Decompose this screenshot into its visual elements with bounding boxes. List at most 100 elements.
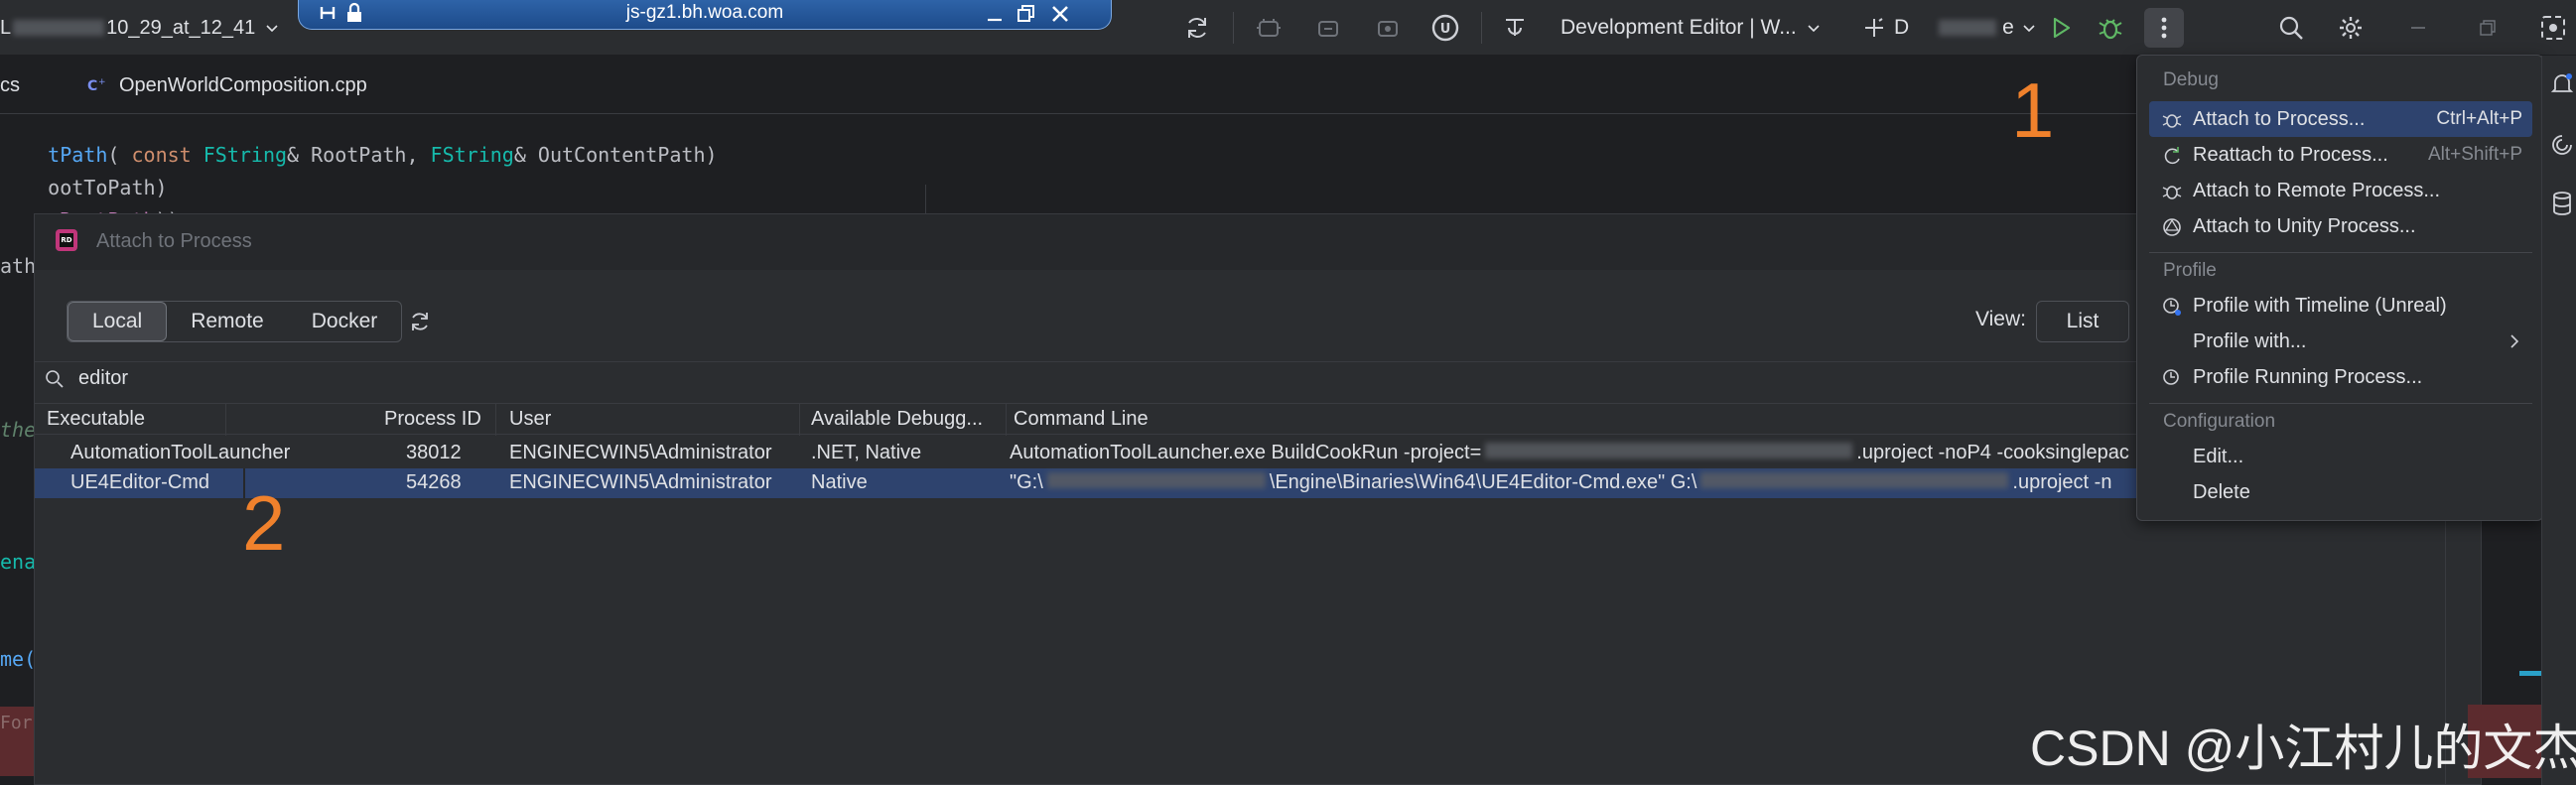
menu-item-shortcut: Alt+Shift+P (2427, 144, 2522, 165)
restore-icon[interactable] (1016, 3, 1037, 25)
menu-delete-configuration[interactable]: Delete (2149, 474, 2532, 510)
menu-separator (2149, 403, 2532, 404)
more-actions-button[interactable] (2144, 8, 2184, 48)
table-row[interactable]: AutomationToolLauncher 38012 ENGINECWIN5… (57, 439, 2483, 468)
menu-profile-with-timeline[interactable]: Profile with Timeline (Unreal) (2149, 288, 2532, 324)
debug-icon[interactable] (2095, 12, 2126, 44)
editor-tab-bar: cs C + OpenWorldComposition.cpp (0, 57, 2462, 114)
process-table-header: Executable Process ID User Available Deb… (35, 403, 2481, 436)
window-close-icon[interactable] (2537, 12, 2569, 44)
cell-command-line: AutomationToolLauncher.exe BuildCookRun … (1010, 442, 2129, 464)
menu-item-label: Profile with Timeline (Unreal) (2193, 295, 2447, 317)
tab-openworldcomposition[interactable]: C + OpenWorldComposition.cpp (87, 57, 367, 114)
view-mode-label: List (2066, 310, 2100, 332)
ai-assistant-icon[interactable] (2550, 133, 2574, 157)
column-executable[interactable]: Executable (47, 408, 145, 431)
window-minimize-icon[interactable] (2402, 12, 2434, 44)
step-annotation-1: 1 (2011, 66, 2055, 154)
code-token: & OutContentPath) (513, 143, 718, 167)
search-icon[interactable] (2275, 12, 2307, 44)
dialog-title: Attach to Process (96, 230, 252, 252)
profile-timeline-icon (2161, 296, 2183, 318)
notifications-icon[interactable] (2550, 71, 2574, 97)
unreal-engine-icon[interactable]: U (1429, 12, 1461, 44)
cell-debuggers: .NET, Native (811, 442, 922, 463)
code-editor[interactable]: tPath( const FString& RootPath, FString&… (0, 115, 2462, 232)
menu-item-label: Profile with... (2193, 330, 2307, 352)
scroll-marker (2519, 671, 2541, 676)
menu-profile-with[interactable]: Profile with... (2149, 324, 2532, 359)
view-mode-list-button[interactable]: List (2036, 301, 2129, 342)
segment-remote[interactable]: Remote (167, 302, 288, 341)
segment-label: Remote (191, 310, 264, 332)
column-process-id[interactable]: Process ID (384, 408, 481, 431)
command-part: AutomationToolLauncher.exe BuildCookRun … (1010, 442, 1482, 463)
settings-gear-icon[interactable] (2335, 12, 2367, 44)
search-query: editor (78, 367, 129, 389)
cell-process-id: 54268 (406, 471, 462, 493)
run-configuration-selector[interactable]: Development Editor | W... (1560, 12, 1821, 44)
column-user[interactable]: User (509, 408, 551, 431)
toolbar-divider (1233, 12, 1234, 44)
main-toolbar: L 10_29_at_12_41 js-gz1.bh.woa.com U Dev… (0, 0, 2576, 56)
tab-label: OpenWorldComposition.cpp (119, 73, 367, 96)
column-debuggers[interactable]: Available Debugg... (811, 408, 983, 431)
sync-icon[interactable] (1181, 12, 1213, 44)
target-selector[interactable]: D e (1862, 12, 2036, 44)
chevron-down-icon (1807, 21, 1821, 35)
svg-text:RD: RD (61, 236, 71, 244)
segment-label: Docker (311, 310, 378, 332)
window-restore-icon[interactable] (2472, 12, 2504, 44)
attach-remote-icon (2161, 181, 2183, 202)
table-row-selected[interactable]: UE4Editor-Cmd 54268 ENGINECWIN5\Administ… (57, 468, 2483, 498)
rebuild-icon[interactable] (1312, 12, 1344, 44)
chevron-right-icon (2508, 333, 2520, 349)
segment-docker[interactable]: Docker (288, 302, 402, 341)
menu-attach-to-process[interactable]: Attach to Process... Ctrl+Alt+P (2149, 101, 2532, 137)
code-fragment: ath (0, 254, 37, 278)
command-part: "G:\ (1010, 471, 1043, 493)
command-part: .uproject -n (2012, 471, 2112, 493)
code-token: FString (430, 143, 514, 167)
menu-reattach-to-process[interactable]: Reattach to Process... Alt+Shift+P (2149, 137, 2532, 173)
cpp-file-icon: C + (87, 74, 109, 96)
menu-item-label: Attach to Process... (2193, 108, 2366, 130)
run-configuration-label: Development Editor | W... (1560, 16, 1797, 39)
refresh-icon[interactable] (408, 310, 432, 333)
column-divider (225, 404, 226, 436)
attach-process-icon (2161, 109, 2183, 131)
menu-attach-to-remote-process[interactable]: Attach to Remote Process... (2149, 173, 2532, 208)
database-icon[interactable] (2550, 191, 2574, 216)
close-icon[interactable] (1049, 3, 1071, 25)
dialog-title-bar[interactable]: RD Attach to Process (35, 214, 2481, 270)
remote-desktop-bar[interactable]: js-gz1.bh.woa.com (298, 0, 1112, 30)
build-solution-icon[interactable] (1253, 12, 1285, 44)
run-icon[interactable] (2045, 12, 2077, 44)
chevron-down-icon (265, 21, 279, 35)
menu-attach-to-unity-process[interactable]: Attach to Unity Process... (2149, 208, 2532, 244)
column-command-line[interactable]: Command Line (1014, 408, 1149, 431)
process-search-field[interactable]: editor (35, 361, 2481, 395)
command-part: \Engine\Binaries\Win64\UE4Editor-Cmd.exe… (1269, 471, 1697, 493)
tab-label: cs (0, 73, 20, 96)
segment-local[interactable]: Local (68, 302, 168, 341)
code-line: tPath( const FString& RootPath, FString&… (0, 119, 717, 167)
code-token: & RootPath, (287, 143, 431, 167)
menu-edit-configuration[interactable]: Edit... (2149, 439, 2532, 474)
menu-section-debug: Debug (2163, 69, 2219, 90)
cell-debuggers: Native (811, 471, 868, 493)
tab-previous[interactable]: cs (0, 57, 20, 114)
cell-executable: AutomationToolLauncher (70, 442, 291, 463)
column-divider (495, 404, 496, 436)
profile-running-icon (2161, 367, 2183, 389)
run-config-icon[interactable] (1499, 12, 1531, 44)
cell-executable: UE4Editor-Cmd (70, 471, 210, 493)
menu-profile-running-process[interactable]: Profile Running Process... (2149, 359, 2532, 395)
branch-name-suffix: 10_29_at_12_41 (106, 16, 256, 39)
reattach-icon (2161, 145, 2183, 167)
minimize-icon[interactable] (984, 4, 1006, 26)
vcs-branch-widget[interactable]: L 10_29_at_12_41 (0, 12, 279, 44)
clean-icon[interactable] (1372, 12, 1404, 44)
chevron-down-icon (2022, 21, 2036, 35)
branch-name-prefix: L (0, 16, 12, 39)
